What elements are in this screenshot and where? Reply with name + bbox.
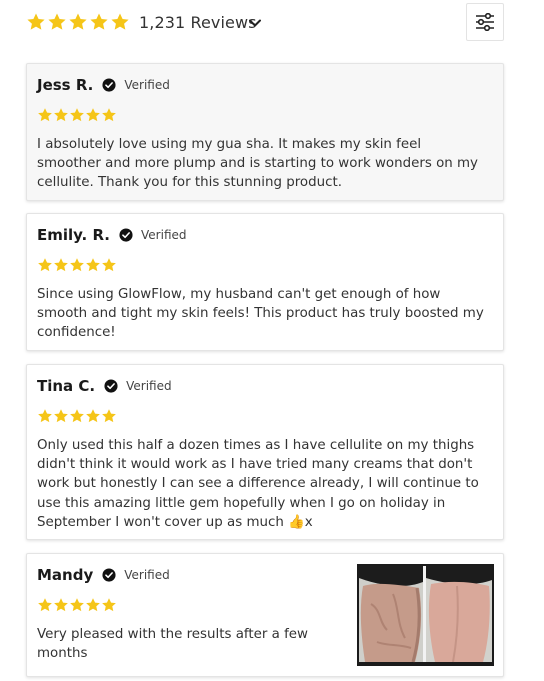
star-icon (38, 258, 52, 272)
verified-check-icon (104, 379, 118, 393)
star-icon (54, 409, 68, 423)
review-stars (37, 107, 117, 123)
verified-label: Verified (141, 228, 187, 242)
star-icon (90, 13, 108, 30)
average-rating-stars (26, 12, 130, 32)
star-icon (86, 258, 100, 272)
reviewer-name: Mandy (37, 566, 94, 584)
review-count-toggle[interactable]: 1,231 Reviews (139, 13, 257, 32)
star-icon (102, 409, 116, 423)
star-icon (48, 13, 66, 30)
review-text: I absolutely love using my gua sha. It m… (37, 137, 478, 191)
reviewer-name: Emily. R. (37, 226, 111, 244)
verified-check-icon (102, 568, 116, 582)
star-icon (70, 409, 84, 423)
review-card: Jess R. Verified I absolutely love using… (26, 63, 504, 201)
verified-check-icon (119, 228, 133, 242)
star-icon (70, 258, 84, 272)
reviewer-row: Mandy Verified (37, 566, 170, 584)
star-icon (38, 409, 52, 423)
reviewer-name: Jess R. (37, 76, 94, 94)
verified-label: Verified (124, 78, 170, 92)
star-icon (69, 13, 87, 30)
verified-check-icon (102, 78, 116, 92)
before-after-photo (357, 564, 494, 666)
review-stars (37, 408, 117, 424)
star-icon (38, 108, 52, 122)
filter-button[interactable] (466, 3, 504, 41)
star-icon (86, 598, 100, 612)
star-icon (102, 108, 116, 122)
star-icon (111, 13, 129, 30)
reviewer-name: Tina C. (37, 377, 96, 395)
reviewer-row: Emily. R. Verified (37, 226, 187, 244)
star-icon (70, 108, 84, 122)
star-icon (86, 108, 100, 122)
star-icon (54, 598, 68, 612)
review-card: Mandy Verified Very pleased with the res… (26, 553, 504, 677)
chevron-down-icon[interactable] (248, 16, 262, 30)
star-icon (102, 258, 116, 272)
review-card: Emily. R. Verified Since using GlowFlow,… (26, 213, 504, 351)
review-photo[interactable] (357, 564, 494, 666)
review-text: Only used this half a dozen times as I h… (37, 438, 479, 530)
review-text: Since using GlowFlow, my husband can't g… (37, 287, 484, 341)
star-icon (38, 598, 52, 612)
star-icon (54, 108, 68, 122)
verified-label: Verified (126, 379, 172, 393)
star-icon (70, 598, 84, 612)
review-card: Tina C. Verified Only used this half a d… (26, 364, 504, 540)
star-icon (27, 13, 45, 30)
reviews-header: 1,231 Reviews (26, 0, 504, 46)
reviewer-row: Jess R. Verified (37, 76, 170, 94)
review-stars (37, 597, 117, 613)
review-text: Very pleased with the results after a fe… (37, 627, 308, 662)
sliders-icon (476, 13, 494, 31)
verified-label: Verified (124, 568, 170, 582)
reviewer-row: Tina C. Verified (37, 377, 172, 395)
star-icon (54, 258, 68, 272)
star-icon (86, 409, 100, 423)
star-icon (102, 598, 116, 612)
review-stars (37, 257, 117, 273)
